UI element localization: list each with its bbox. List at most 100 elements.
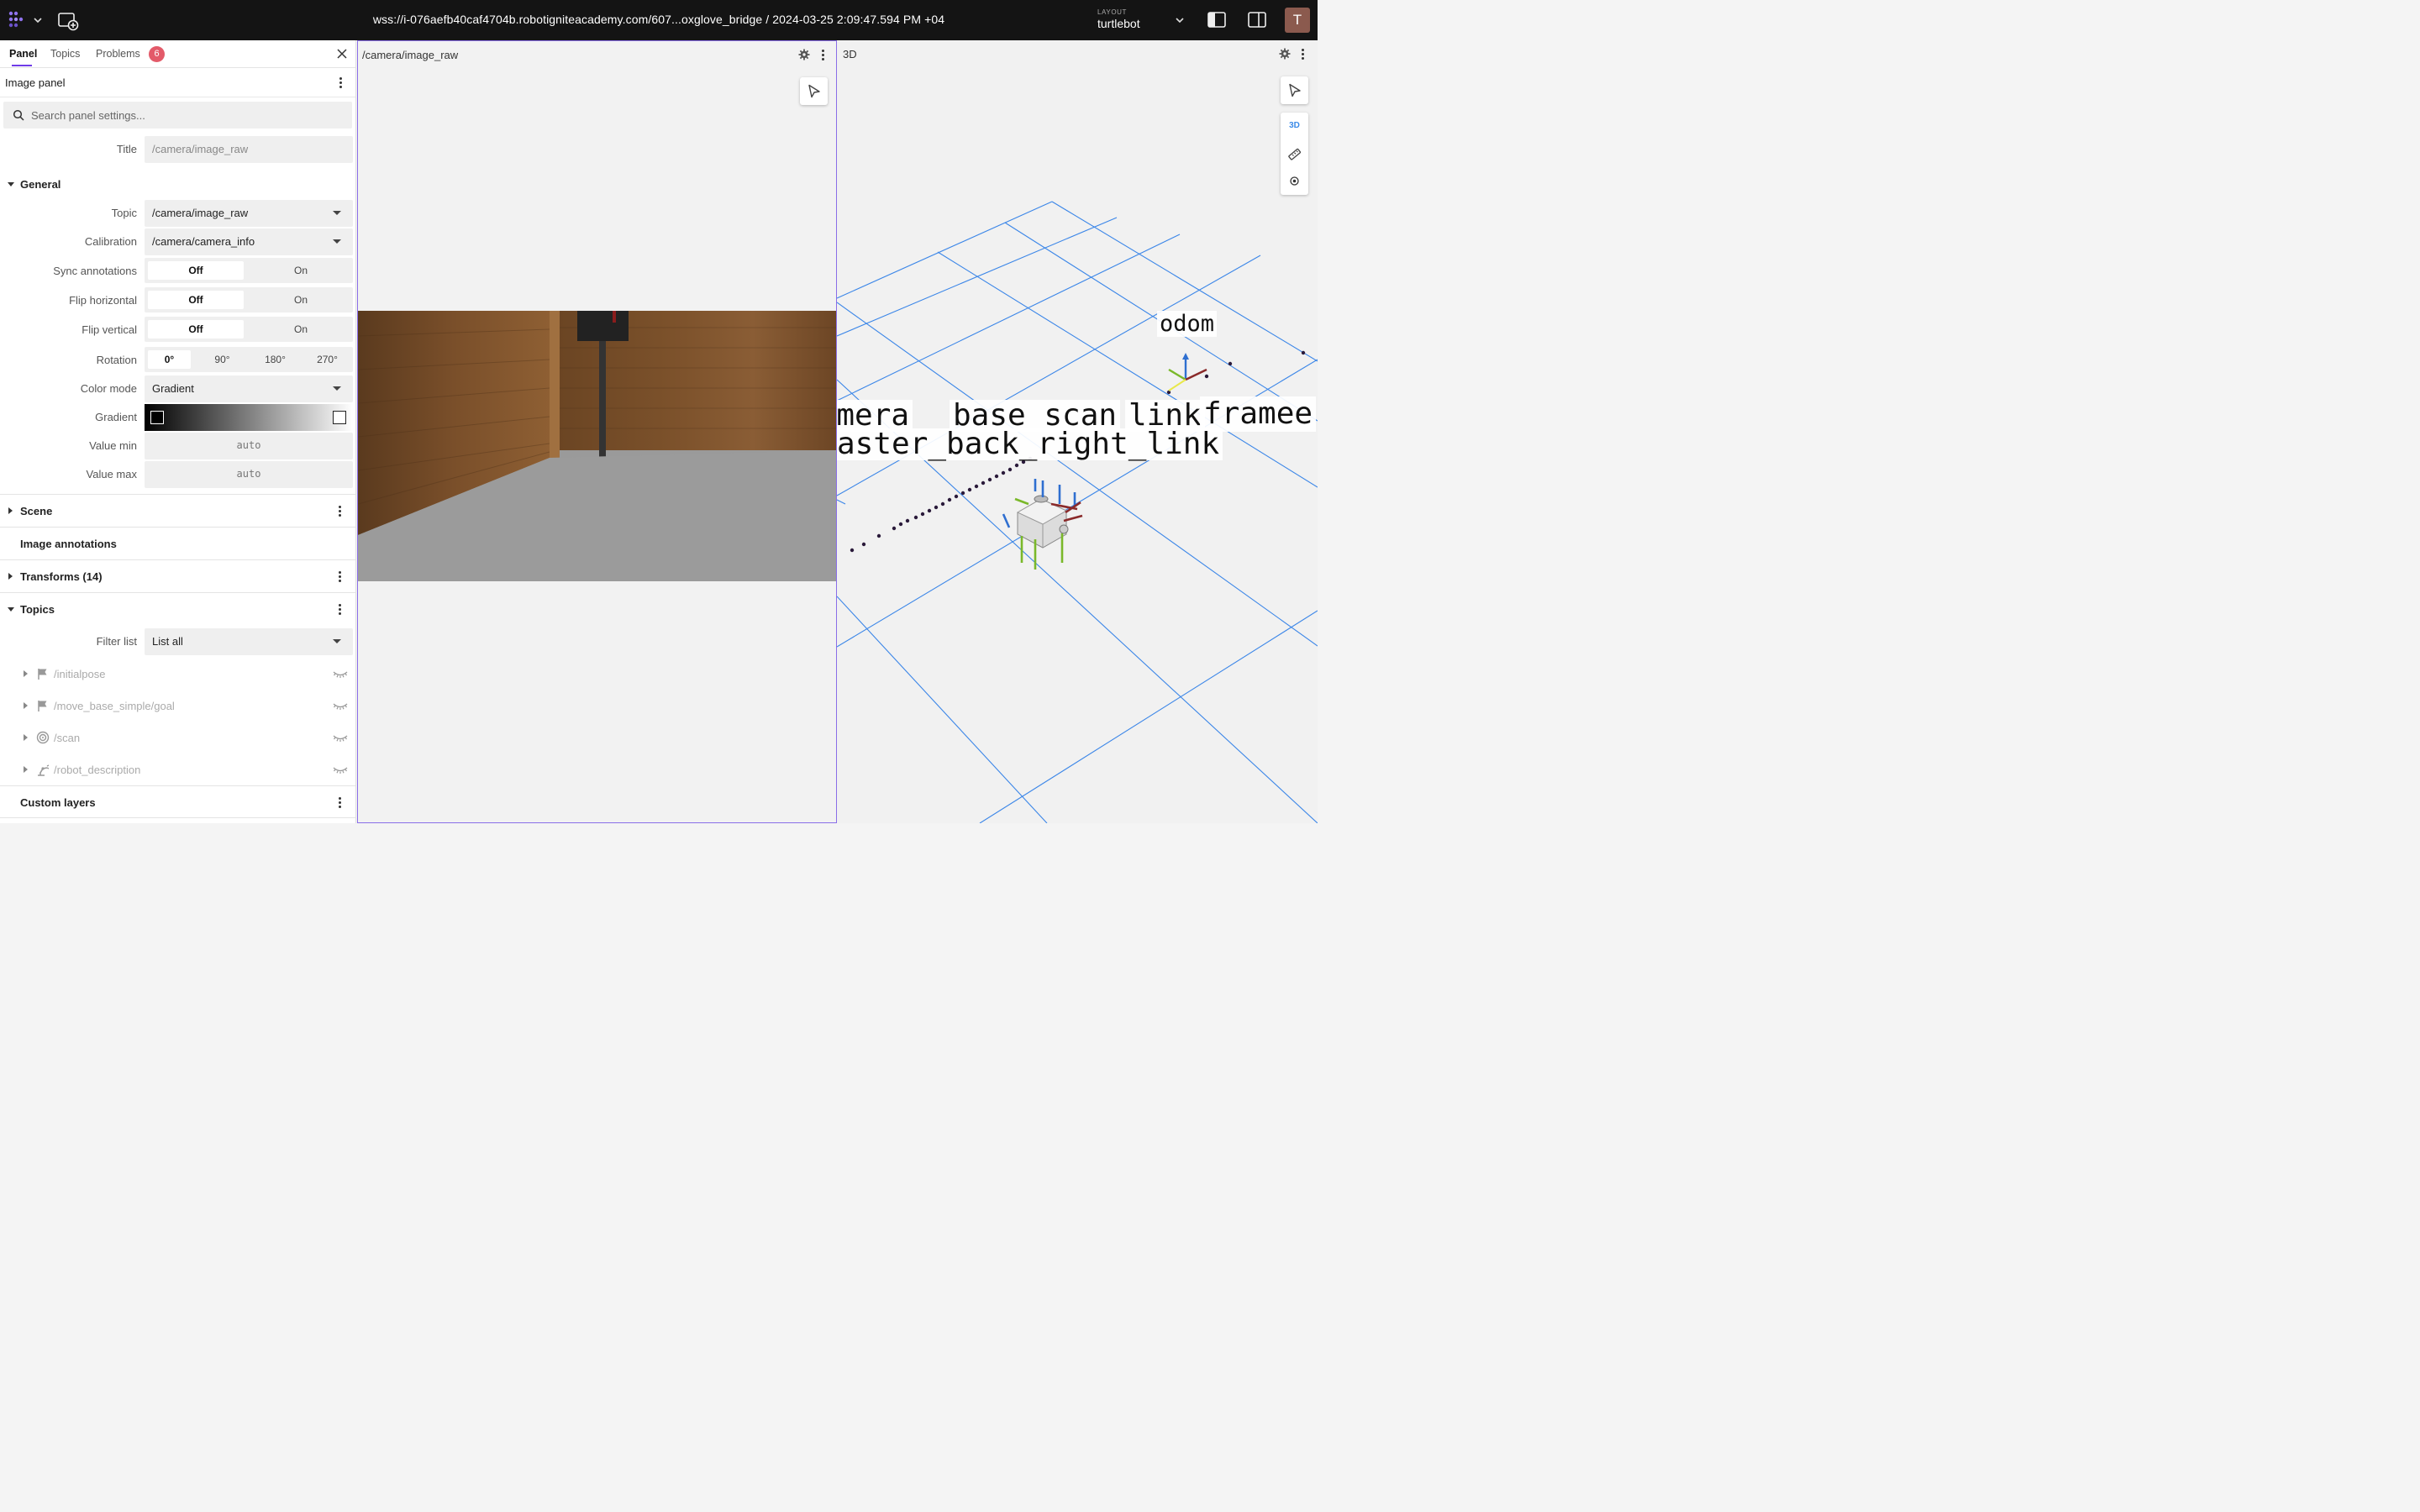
topics-menu-icon[interactable] <box>339 604 342 616</box>
section-scene-title: Scene <box>20 505 53 517</box>
3d-panel-menu-icon[interactable] <box>1302 49 1305 60</box>
value-max-placeholder: auto <box>236 468 261 480</box>
image-panel[interactable]: /camera/image_raw <box>357 40 837 823</box>
rotation-toggle: 0° 90° 180° 270° <box>145 347 353 372</box>
section-image-annotations[interactable]: Image annotations <box>0 527 355 559</box>
gradient-label: Gradient <box>95 411 137 423</box>
topic-select[interactable]: /camera/image_raw <box>145 200 353 227</box>
section-scene[interactable]: Scene <box>0 494 355 527</box>
section-custom-layers-title: Custom layers <box>20 796 96 809</box>
topic-row: Topic /camera/image_raw <box>0 200 355 227</box>
flip-h-off-option[interactable]: Off <box>148 291 244 309</box>
toggle-left-sidebar-button[interactable] <box>1207 11 1227 29</box>
panel-menu-icon[interactable] <box>339 77 343 89</box>
dropdown-caret-icon <box>333 239 341 244</box>
topic-item-move-base-goal[interactable]: /move_base_simple/goal <box>0 690 355 722</box>
gradient-end-swatch[interactable] <box>333 411 346 424</box>
sync-off-option[interactable]: Off <box>148 261 244 280</box>
search-input[interactable] <box>31 102 342 129</box>
frame-label-odom: odom <box>1157 311 1218 337</box>
flip-vertical-toggle: Off On <box>145 317 353 342</box>
layout-selector[interactable]: LAYOUT turtlebot <box>1097 8 1188 34</box>
expand-caret-icon <box>24 766 28 773</box>
section-transforms[interactable]: Transforms (14) <box>0 559 355 592</box>
frame-label-caster-back-right-link: aster_back_right_link <box>837 428 1223 460</box>
value-min-input[interactable]: auto <box>145 433 353 459</box>
panel-settings-sidebar: Panel Topics Problems 6 Image panel Titl… <box>0 40 356 823</box>
color-mode-select[interactable]: Gradient <box>145 375 353 402</box>
rotation-180-option[interactable]: 180° <box>254 350 297 369</box>
gradient-start-swatch[interactable] <box>150 411 164 424</box>
rotation-row: Rotation 0° 90° 180° 270° <box>0 347 355 374</box>
calibration-select[interactable]: /camera/camera_info <box>145 228 353 255</box>
publish-point-icon[interactable] <box>1289 176 1300 186</box>
flip-h-on-option[interactable]: On <box>252 291 350 309</box>
rotation-90-option[interactable]: 90° <box>201 350 244 369</box>
title-input[interactable]: /camera/image_raw <box>145 136 353 163</box>
visibility-off-icon[interactable] <box>333 669 348 679</box>
user-avatar[interactable]: T <box>1285 8 1310 33</box>
tab-topics[interactable]: Topics <box>50 48 80 60</box>
3d-panel[interactable]: odom camera base scan link framee aster_… <box>837 40 1318 823</box>
section-topics[interactable]: Topics <box>0 592 355 625</box>
rotation-270-option[interactable]: 270° <box>306 350 349 369</box>
custom-layers-menu-icon[interactable] <box>339 797 342 809</box>
tab-panel[interactable]: Panel <box>9 48 37 60</box>
ruler-icon[interactable] <box>1287 147 1302 161</box>
visibility-off-icon[interactable] <box>333 701 348 711</box>
dropdown-caret-icon <box>333 386 341 391</box>
visibility-off-icon[interactable] <box>333 732 348 743</box>
section-transforms-title: Transforms (14) <box>20 570 103 583</box>
toggle-right-sidebar-button[interactable] <box>1247 11 1267 29</box>
sidebar-tabs: Panel Topics Problems 6 <box>0 40 355 68</box>
flip-v-off-option[interactable]: Off <box>148 320 244 339</box>
topic-name: /robot_description <box>54 764 141 776</box>
title-label: Title <box>116 143 137 155</box>
filter-list-value: List all <box>152 635 183 648</box>
title-row: Title /camera/image_raw <box>0 136 355 163</box>
value-max-input[interactable]: auto <box>145 461 353 488</box>
problems-count-badge: 6 <box>149 46 165 62</box>
gear-icon[interactable] <box>1279 48 1291 60</box>
gradient-preview <box>145 404 353 431</box>
visibility-off-icon[interactable] <box>333 764 348 774</box>
3d-interaction-button[interactable] <box>1281 76 1308 104</box>
settings-search[interactable] <box>3 102 352 129</box>
tab-problems[interactable]: Problems <box>96 48 140 60</box>
topic-item-robot-description[interactable]: /robot_description <box>0 753 355 785</box>
image-panel-menu-icon[interactable] <box>822 50 825 61</box>
calibration-row: Calibration /camera/camera_info <box>0 228 355 255</box>
filter-list-select[interactable]: List all <box>145 628 353 655</box>
gear-icon[interactable] <box>798 49 810 60</box>
rotation-label: Rotation <box>96 354 137 366</box>
flip-v-on-option[interactable]: On <box>252 320 350 339</box>
image-panel-title: /camera/image_raw <box>362 49 459 61</box>
value-max-row: Value max auto <box>0 461 355 488</box>
topic-label: Topic <box>111 207 137 219</box>
topic-name: /scan <box>54 732 81 744</box>
image-interaction-button[interactable] <box>800 77 828 105</box>
rotation-0-option[interactable]: 0° <box>148 350 191 369</box>
collapse-caret-icon <box>8 607 14 612</box>
cursor-arrow-icon <box>1289 83 1301 97</box>
section-general[interactable]: General <box>0 168 355 201</box>
search-icon <box>13 109 24 121</box>
section-custom-layers[interactable]: Custom layers <box>0 785 355 818</box>
topic-item-initialpose[interactable]: /initialpose <box>0 658 355 690</box>
sync-on-option[interactable]: On <box>252 261 350 280</box>
close-sidebar-icon[interactable] <box>336 48 348 60</box>
expand-caret-icon <box>8 573 13 580</box>
filter-list-label: Filter list <box>96 635 137 648</box>
title-placeholder: /camera/image_raw <box>152 143 249 155</box>
radar-icon <box>36 731 50 744</box>
3d-panel-title: 3D <box>843 48 857 60</box>
topic-value: /camera/image_raw <box>152 207 249 219</box>
left-sidebar-icon <box>1207 12 1226 28</box>
ground-grid <box>837 201 1318 823</box>
active-tab-indicator <box>12 65 32 66</box>
scene-menu-icon[interactable] <box>339 506 342 517</box>
3d-view-toggle[interactable]: 3D <box>1281 121 1308 130</box>
topic-item-scan[interactable]: /scan <box>0 722 355 753</box>
panel-type-title: Image panel <box>5 76 66 89</box>
transforms-menu-icon[interactable] <box>339 571 342 583</box>
